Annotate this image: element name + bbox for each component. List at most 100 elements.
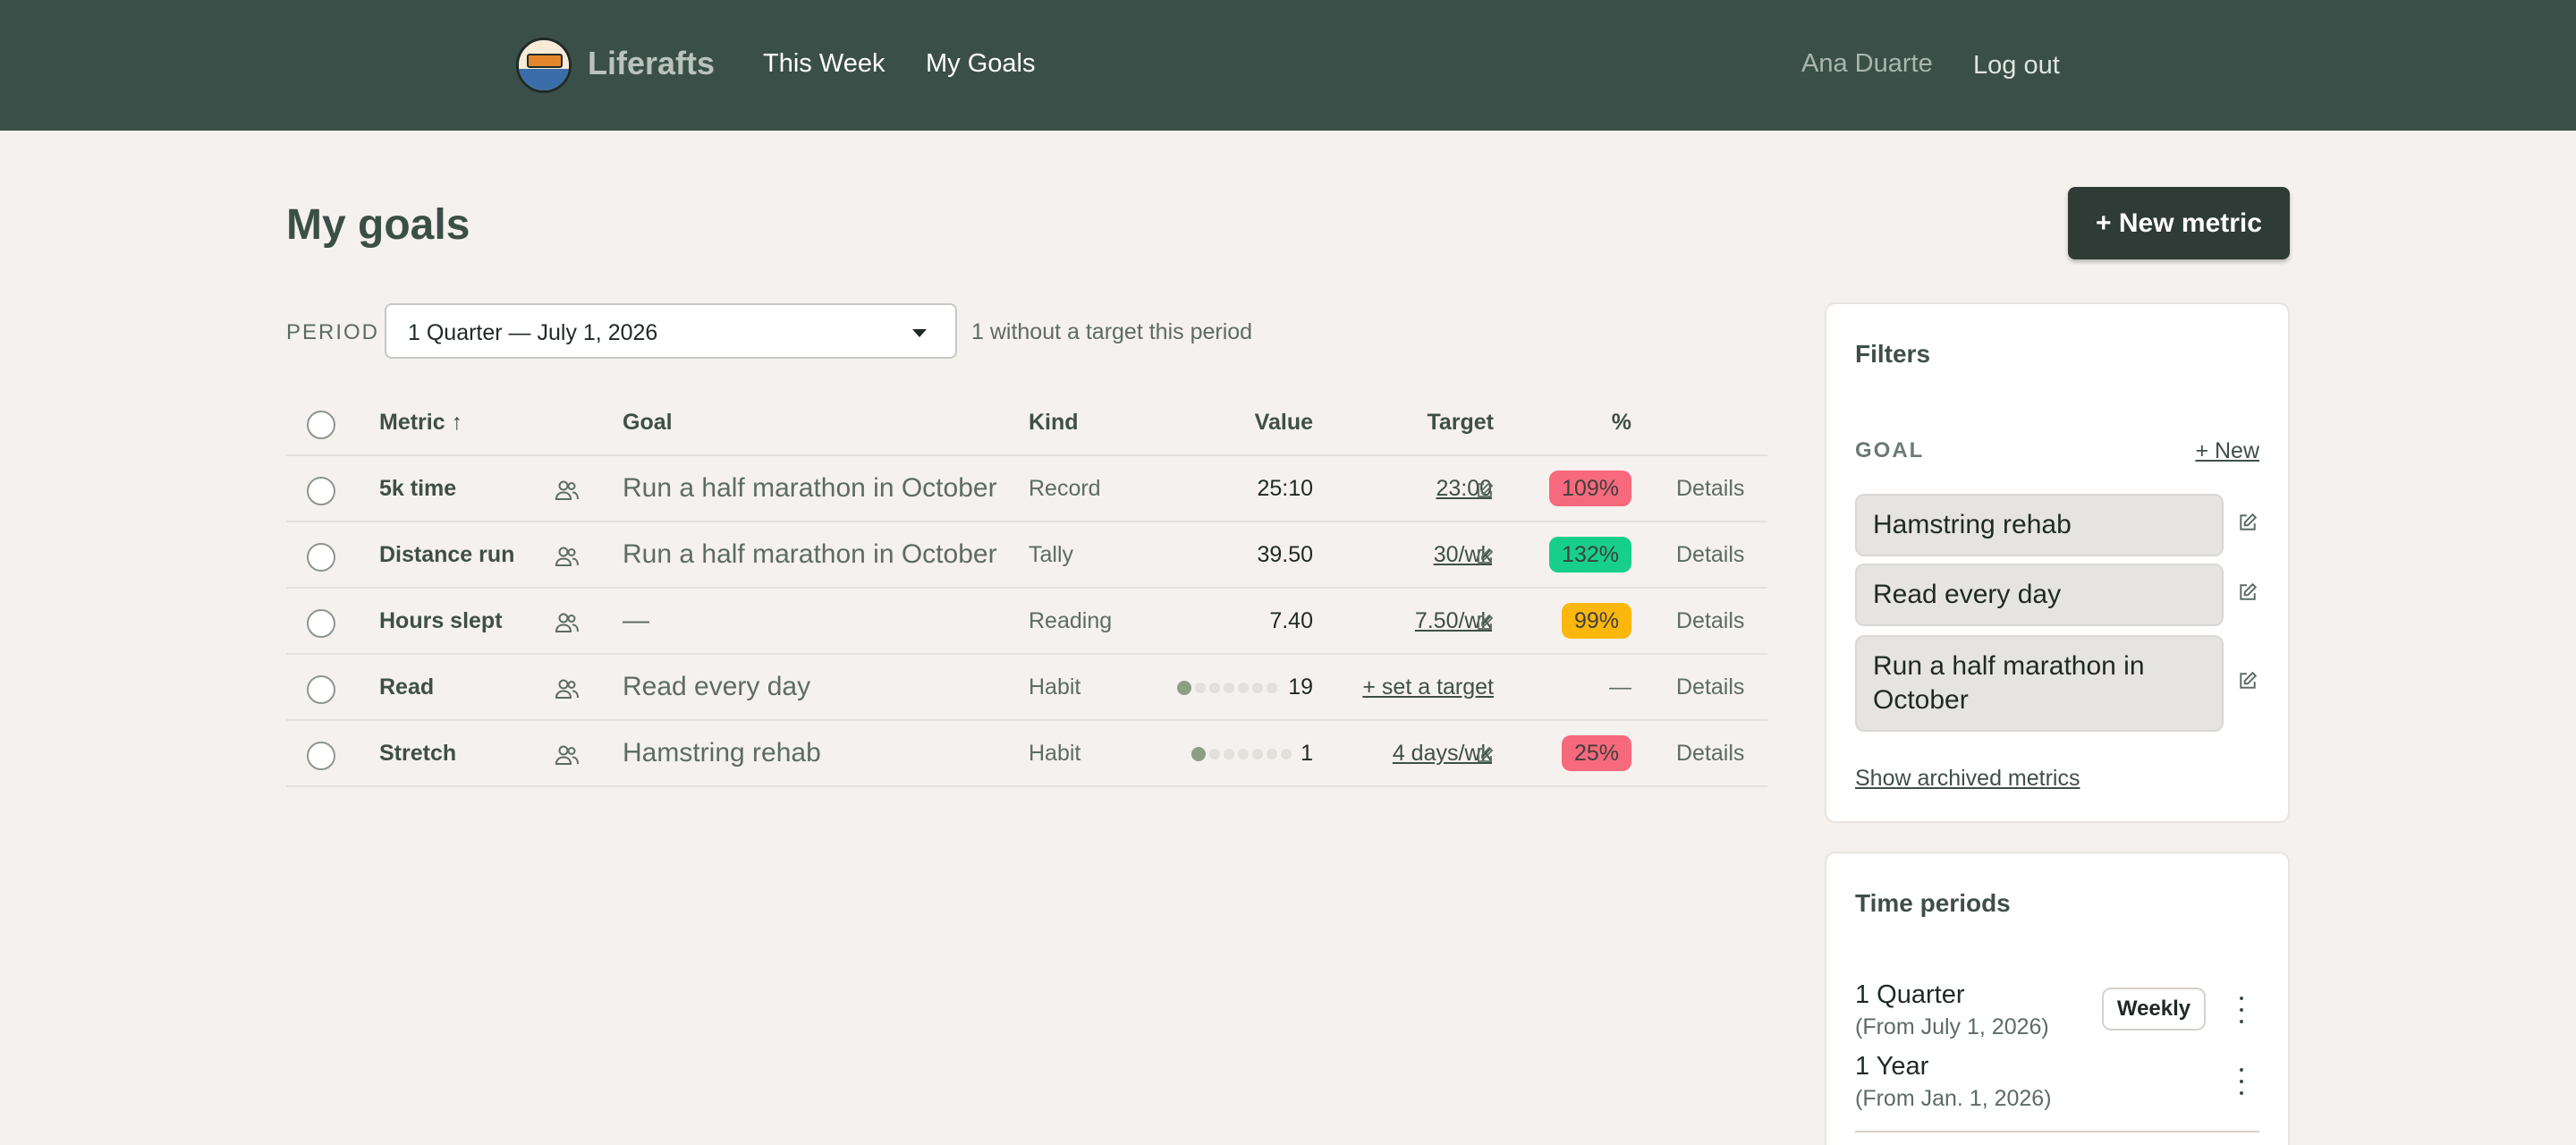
habit-dot xyxy=(1252,683,1263,693)
people-icon xyxy=(555,745,579,765)
select-all-checkbox[interactable] xyxy=(307,411,335,439)
row-checkbox[interactable] xyxy=(307,543,335,572)
table-row: Distance run Run a half marathon in Octo… xyxy=(286,522,1767,589)
edit-icon[interactable] xyxy=(1476,614,1494,632)
row-checkbox[interactable] xyxy=(307,675,335,704)
percent-badge: 99% xyxy=(1561,603,1631,639)
habit-dot-filled xyxy=(1177,681,1191,695)
goal-filter-label: GOAL xyxy=(1855,438,1925,462)
edit-icon[interactable] xyxy=(2238,671,2258,691)
edit-icon[interactable] xyxy=(1476,481,1494,499)
liferafts-logo-icon[interactable] xyxy=(516,38,572,93)
nav-my-goals[interactable]: My Goals xyxy=(926,49,1035,79)
period-from: (From July 1, 2026) xyxy=(1855,1014,2049,1039)
metric-name[interactable]: Distance run xyxy=(379,542,514,568)
metrics-table: Metric ↑ Goal Kind Value Target % 5k tim… xyxy=(286,390,1767,787)
header-kind[interactable]: Kind xyxy=(1029,410,1079,436)
goal-name: — xyxy=(623,606,649,635)
row-checkbox[interactable] xyxy=(307,477,335,505)
goal-chip-read-every-day[interactable]: Read every day xyxy=(1855,564,2224,626)
goal-name[interactable]: Hamstring rehab xyxy=(623,738,821,768)
habit-dot xyxy=(1224,683,1234,693)
user-name[interactable]: Ana Duarte xyxy=(1801,49,1933,79)
table-row: Hours slept — Reading 7.40 7.50/wk 99% D… xyxy=(286,589,1767,655)
filters-title: Filters xyxy=(1855,340,1931,368)
header-metric[interactable]: Metric ↑ xyxy=(379,410,462,436)
top-nav-bar: Liferafts This Week My Goals Ana Duarte … xyxy=(0,0,2576,131)
time-periods-card: Time periods 1 Quarter (From July 1, 202… xyxy=(1825,852,2290,1145)
people-icon xyxy=(555,480,579,500)
habit-streak-dots xyxy=(1191,747,1292,761)
metric-name[interactable]: Hours slept xyxy=(379,608,503,634)
period-selected-value: 1 Quarter — July 1, 2026 xyxy=(408,320,658,345)
set-target-link[interactable]: + set a target xyxy=(1362,674,1494,700)
habit-streak-dots xyxy=(1177,681,1277,695)
habit-dot xyxy=(1238,749,1249,759)
weekly-badge[interactable]: Weekly xyxy=(2102,988,2206,1030)
kebab-menu-icon[interactable] xyxy=(2236,1068,2247,1095)
new-goal-link[interactable]: + New xyxy=(2195,438,2259,464)
edit-icon[interactable] xyxy=(1476,746,1494,764)
time-periods-title: Time periods xyxy=(1855,889,2011,917)
goal-name[interactable]: Run a half marathon in October xyxy=(623,473,997,504)
row-checkbox[interactable] xyxy=(307,609,335,638)
table-row: Stretch Hamstring rehab Habit 1 4 days/w… xyxy=(286,721,1767,787)
details-link[interactable]: Details xyxy=(1676,476,1744,502)
goal-chip-half-marathon[interactable]: Run a half marathon in October xyxy=(1855,635,2224,732)
metric-value: 1 xyxy=(1301,741,1313,766)
details-link[interactable]: Details xyxy=(1676,608,1744,634)
habit-dot xyxy=(1267,683,1277,693)
header-goal[interactable]: Goal xyxy=(623,410,673,436)
percent-badge: 25% xyxy=(1561,735,1631,771)
goal-chip-hamstring-rehab[interactable]: Hamstring rehab xyxy=(1855,494,2224,556)
edit-icon[interactable] xyxy=(2238,513,2258,532)
people-icon xyxy=(555,547,579,566)
kebab-menu-icon[interactable] xyxy=(2236,997,2247,1023)
habit-dot xyxy=(1195,683,1206,693)
metric-name[interactable]: 5k time xyxy=(379,476,456,502)
caret-down-icon xyxy=(912,329,927,337)
brand-name[interactable]: Liferafts xyxy=(588,45,715,82)
details-link[interactable]: Details xyxy=(1676,674,1744,700)
metric-name[interactable]: Read xyxy=(379,674,434,700)
metric-kind: Reading xyxy=(1029,608,1113,633)
metric-kind: Habit xyxy=(1029,674,1081,700)
habit-dot xyxy=(1267,749,1277,759)
details-link[interactable]: Details xyxy=(1676,741,1744,767)
period-name: 1 Year xyxy=(1855,1052,1929,1081)
people-icon xyxy=(555,613,579,632)
people-icon xyxy=(555,679,579,699)
metric-value: 19 xyxy=(1288,674,1313,700)
header-percent[interactable]: % xyxy=(1612,410,1631,436)
period-select[interactable]: 1 Quarter — July 1, 2026 xyxy=(385,303,957,359)
metric-kind: Record xyxy=(1029,476,1101,501)
edit-icon[interactable] xyxy=(1476,547,1494,565)
row-checkbox[interactable] xyxy=(307,742,335,770)
metric-name[interactable]: Stretch xyxy=(379,741,456,767)
page-title: My goals xyxy=(286,201,470,249)
nav-this-week[interactable]: This Week xyxy=(763,49,885,79)
divider xyxy=(1855,1131,2259,1132)
percent-empty: — xyxy=(1609,674,1631,700)
header-value[interactable]: Value xyxy=(1255,410,1313,436)
percent-badge: 132% xyxy=(1549,537,1631,572)
header-target[interactable]: Target xyxy=(1427,410,1494,436)
edit-icon[interactable] xyxy=(2238,582,2258,602)
logout-link[interactable]: Log out xyxy=(1973,51,2060,81)
goal-name[interactable]: Run a half marathon in October xyxy=(623,539,997,570)
filters-card: Filters GOAL + New Hamstring rehab Read … xyxy=(1825,302,2290,823)
habit-dot xyxy=(1281,749,1292,759)
new-metric-button[interactable]: + New metric xyxy=(2068,187,2290,259)
habit-dot xyxy=(1224,749,1234,759)
show-archived-link[interactable]: Show archived metrics xyxy=(1855,766,2080,792)
metric-value: 7.40 xyxy=(1269,608,1313,633)
metric-value: 39.50 xyxy=(1257,542,1313,567)
details-link[interactable]: Details xyxy=(1676,542,1744,568)
habit-dot-filled xyxy=(1191,747,1206,761)
habit-dot xyxy=(1252,749,1263,759)
table-row: Read Read every day Habit 19 + set a tar… xyxy=(286,655,1767,721)
metric-kind: Habit xyxy=(1029,741,1081,766)
table-row: 5k time Run a half marathon in October R… xyxy=(286,456,1767,522)
percent-badge: 109% xyxy=(1549,471,1631,506)
goal-name[interactable]: Read every day xyxy=(623,672,810,702)
